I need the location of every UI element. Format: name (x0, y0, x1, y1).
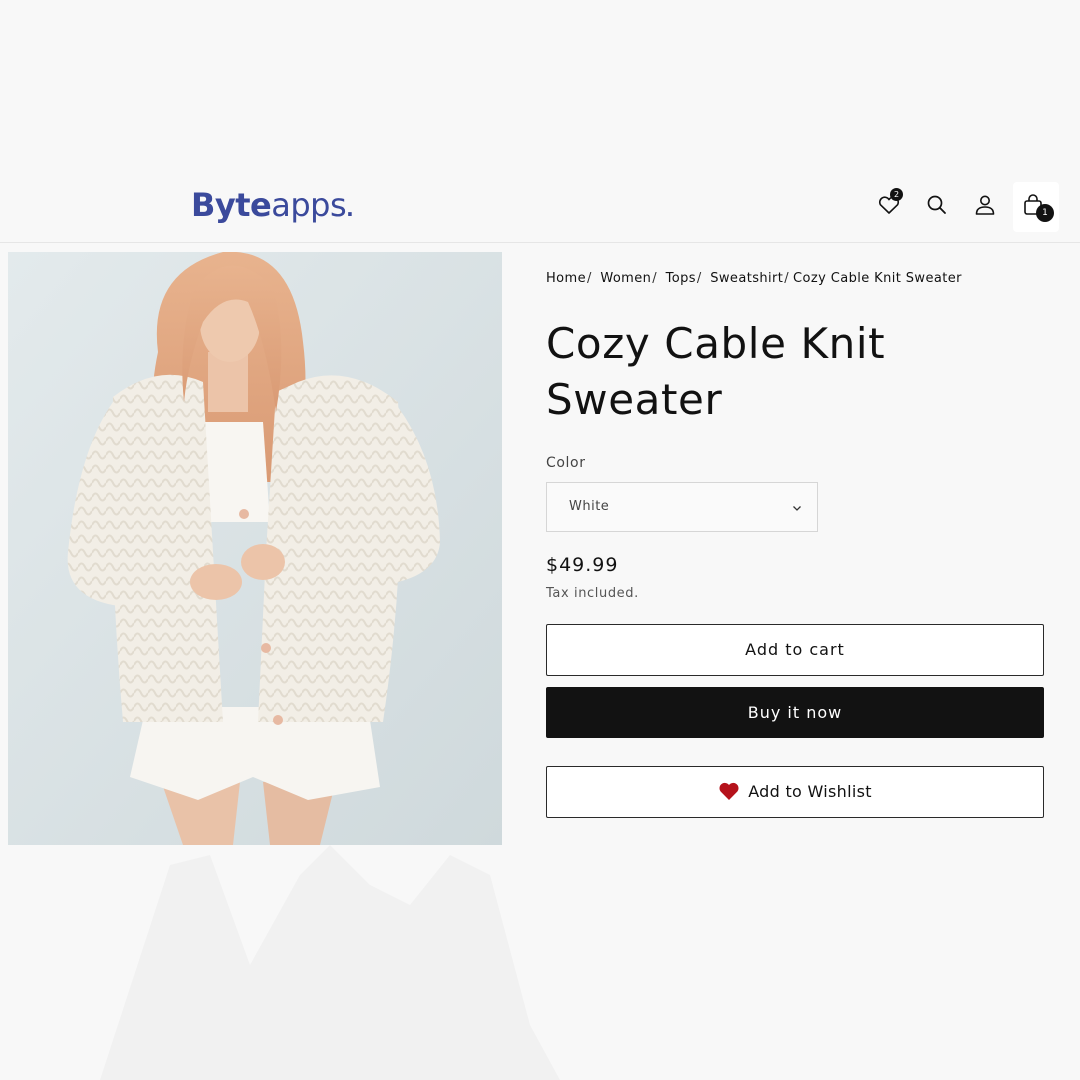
logo-bold-text: Byte (191, 186, 272, 224)
color-select-value: White (569, 499, 610, 514)
search-icon[interactable] (924, 192, 950, 218)
breadcrumb-separator: / (587, 271, 592, 286)
background-ghost-shapes (100, 845, 560, 1080)
brand-logo[interactable]: Byteapps. (191, 185, 354, 229)
product-page: Byteapps. 2 1 Home/ Women/ Tops/ Sweatsh… (0, 0, 1080, 1080)
add-to-wishlist-label: Add to Wishlist (748, 782, 872, 801)
account-icon[interactable] (972, 192, 998, 218)
logo-dot: . (346, 197, 354, 221)
product-info: Home/ Women/ Tops/ Sweatshirt/Cozy Cable… (546, 268, 1046, 602)
cart-count-badge: 1 (1036, 204, 1054, 222)
product-price: $49.99 (546, 554, 619, 576)
breadcrumb-women[interactable]: Women (600, 271, 651, 286)
breadcrumb-tops[interactable]: Tops (666, 271, 696, 286)
color-label: Color (546, 455, 586, 471)
breadcrumb-separator: / (696, 271, 702, 286)
wishlist-count-badge: 2 (890, 188, 903, 201)
color-select[interactable]: White (546, 482, 818, 532)
add-to-cart-button[interactable]: Add to cart (546, 624, 1044, 676)
chevron-down-icon (793, 506, 801, 511)
site-header: Byteapps. 2 1 (0, 180, 1080, 243)
breadcrumb-current: Cozy Cable Knit Sweater (793, 271, 962, 286)
tax-note: Tax included. (546, 586, 639, 601)
breadcrumb-separator: / (784, 271, 790, 286)
add-to-wishlist-button[interactable]: Add to Wishlist (546, 766, 1044, 818)
buy-now-button[interactable]: Buy it now (546, 687, 1044, 738)
heart-icon (719, 782, 739, 800)
logo-light-text: apps (271, 186, 347, 224)
breadcrumb-sweatshirt[interactable]: Sweatshirt (710, 271, 783, 286)
breadcrumb-home[interactable]: Home (546, 271, 586, 286)
cart-bag-icon[interactable]: 1 (1020, 192, 1054, 222)
breadcrumb-separator: / (652, 271, 658, 286)
product-image[interactable] (8, 252, 502, 845)
breadcrumb: Home/ Women/ Tops/ Sweatshirt/Cozy Cable… (546, 268, 1046, 290)
product-title: Cozy Cable Knit Sweater (546, 319, 886, 424)
wishlist-heart-icon[interactable]: 2 (876, 188, 903, 218)
